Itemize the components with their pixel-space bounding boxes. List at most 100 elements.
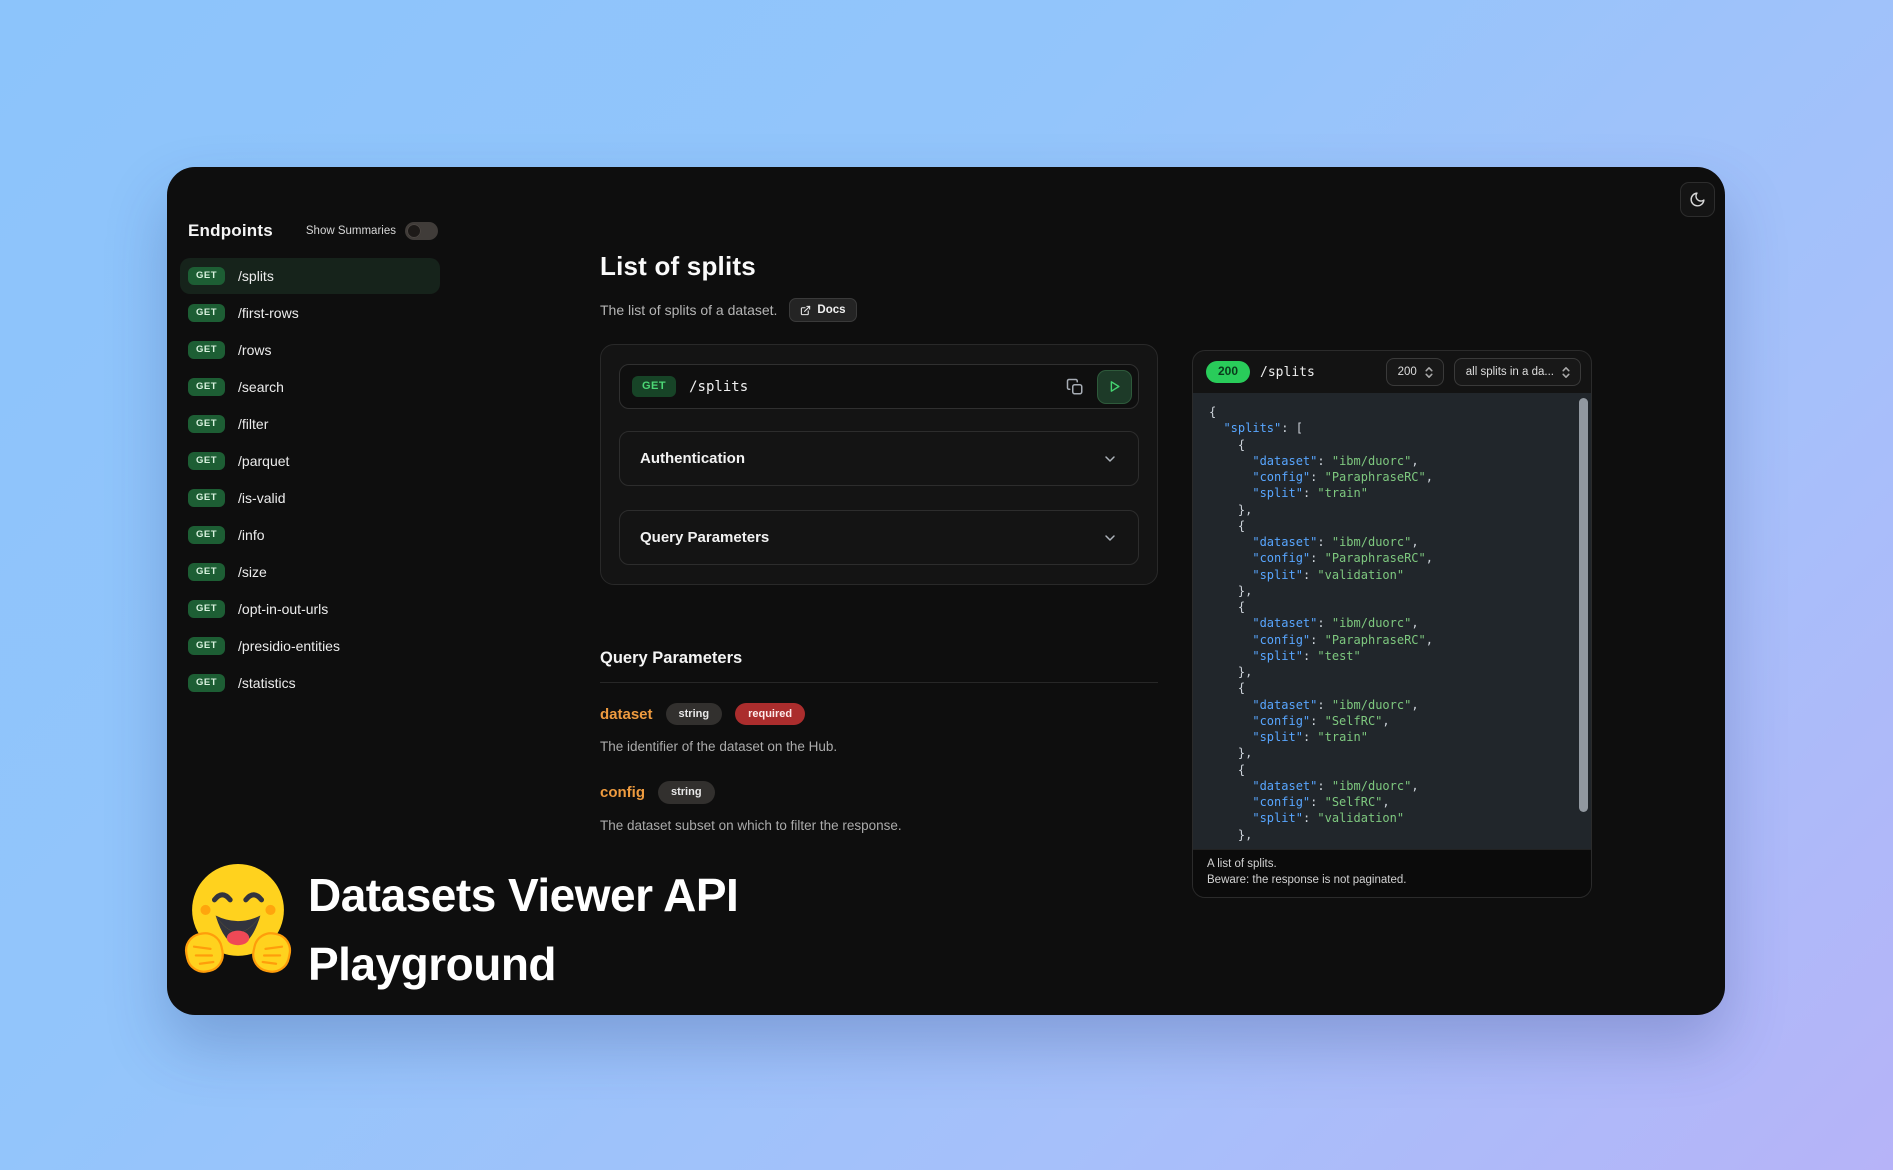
param-description: The dataset subset on which to filter th… bbox=[600, 818, 1158, 833]
response-json-viewer[interactable]: { "splits": [ { "dataset": "ibm/duorc", … bbox=[1193, 393, 1591, 849]
method-badge: GET bbox=[188, 563, 225, 581]
endpoint-list: GET/splitsGET/first-rowsGET/rowsGET/sear… bbox=[180, 258, 440, 702]
sidebar-item-opt-in-out-urls[interactable]: GET/opt-in-out-urls bbox=[180, 591, 440, 627]
code-line: "dataset": "ibm/duorc", bbox=[1209, 778, 1565, 794]
request-card: GET /splits bbox=[600, 344, 1158, 585]
endpoint-path: /presidio-entities bbox=[238, 638, 340, 654]
param-required-badge: required bbox=[735, 703, 805, 725]
method-badge: GET bbox=[188, 526, 225, 544]
show-summaries-label: Show Summaries bbox=[306, 225, 396, 237]
endpoint-path: /filter bbox=[238, 416, 268, 432]
param-name: dataset bbox=[600, 706, 653, 723]
page-subtitle: The list of splits of a dataset. bbox=[600, 302, 777, 318]
code-line: { bbox=[1209, 762, 1565, 778]
external-link-icon bbox=[800, 305, 811, 316]
code-line: { bbox=[1209, 599, 1565, 615]
request-endpoint-bar: GET /splits bbox=[619, 364, 1139, 409]
request-path: /splits bbox=[689, 379, 748, 395]
method-badge: GET bbox=[188, 267, 225, 285]
response-footer: A list of splits. Beware: the response i… bbox=[1193, 849, 1591, 897]
status-code-select-value: 200 bbox=[1398, 366, 1417, 378]
sidebar-item-first-rows[interactable]: GET/first-rows bbox=[180, 295, 440, 331]
code-line: "dataset": "ibm/duorc", bbox=[1209, 534, 1565, 550]
endpoint-path: /size bbox=[238, 564, 267, 580]
endpoint-path: /statistics bbox=[238, 675, 296, 691]
sidebar-item-splits[interactable]: GET/splits bbox=[180, 258, 440, 294]
status-code-select[interactable]: 200 bbox=[1386, 358, 1444, 386]
method-badge: GET bbox=[188, 415, 225, 433]
response-footer-line2: Beware: the response is not paginated. bbox=[1207, 873, 1577, 889]
endpoint-path: /rows bbox=[238, 342, 271, 358]
sidebar-title: Endpoints bbox=[188, 221, 273, 241]
brand-title-line1: Datasets Viewer API bbox=[308, 861, 738, 930]
page-title: List of splits bbox=[600, 251, 1160, 282]
code-line: { bbox=[1209, 680, 1565, 696]
brand-title-line2: Playground bbox=[308, 930, 738, 999]
code-line: }, bbox=[1209, 827, 1565, 843]
endpoint-path: /splits bbox=[238, 268, 274, 284]
response-footer-line1: A list of splits. bbox=[1207, 857, 1577, 873]
method-badge: GET bbox=[188, 637, 225, 655]
code-line: { bbox=[1209, 437, 1565, 453]
sidebar-item-is-valid[interactable]: GET/is-valid bbox=[180, 480, 440, 516]
app-window: Endpoints Show Summaries GET/splitsGET/f… bbox=[167, 167, 1725, 1015]
scrollbar-thumb[interactable] bbox=[1579, 398, 1588, 812]
param-type-badge: string bbox=[666, 703, 723, 725]
param-description: The identifier of the dataset on the Hub… bbox=[600, 739, 1158, 754]
example-select-value: all splits in a da... bbox=[1466, 366, 1554, 378]
sidebar-item-info[interactable]: GET/info bbox=[180, 517, 440, 553]
request-method-badge: GET bbox=[632, 376, 676, 397]
copy-button[interactable] bbox=[1059, 371, 1091, 403]
sidebar-item-filter[interactable]: GET/filter bbox=[180, 406, 440, 442]
sidebar-item-statistics[interactable]: GET/statistics bbox=[180, 665, 440, 701]
code-line: "config": "SelfRC", bbox=[1209, 794, 1565, 810]
response-path: /splits bbox=[1260, 365, 1315, 380]
endpoint-path: /is-valid bbox=[238, 490, 285, 506]
code-line: { bbox=[1209, 404, 1565, 420]
code-line: "split": "train" bbox=[1209, 729, 1565, 745]
sidebar-item-parquet[interactable]: GET/parquet bbox=[180, 443, 440, 479]
code-line: }, bbox=[1209, 664, 1565, 680]
docs-button[interactable]: Docs bbox=[789, 298, 856, 322]
query-parameters-accordion-label: Query Parameters bbox=[640, 529, 769, 546]
endpoint-path: /parquet bbox=[238, 453, 289, 469]
param-row-dataset: dataset string required bbox=[600, 703, 1158, 725]
method-badge: GET bbox=[188, 452, 225, 470]
run-request-button[interactable] bbox=[1097, 370, 1132, 404]
code-line: "split": "validation" bbox=[1209, 810, 1565, 826]
chevron-up-down-icon bbox=[1424, 366, 1434, 379]
sidebar-item-search[interactable]: GET/search bbox=[180, 369, 440, 405]
sidebar-item-size[interactable]: GET/size bbox=[180, 554, 440, 590]
code-line: }, bbox=[1209, 745, 1565, 761]
param-type-badge: string bbox=[658, 781, 715, 803]
endpoint-path: /info bbox=[238, 527, 264, 543]
code-line: "dataset": "ibm/duorc", bbox=[1209, 615, 1565, 631]
method-badge: GET bbox=[188, 674, 225, 692]
code-line: { bbox=[1209, 518, 1565, 534]
endpoint-path: /first-rows bbox=[238, 305, 299, 321]
theme-toggle-button[interactable] bbox=[1680, 182, 1715, 217]
sidebar-item-presidio-entities[interactable]: GET/presidio-entities bbox=[180, 628, 440, 664]
query-parameters-accordion[interactable]: Query Parameters bbox=[619, 510, 1139, 565]
param-name: config bbox=[600, 784, 645, 801]
brand: Datasets Viewer API Playground bbox=[182, 859, 738, 999]
example-select[interactable]: all splits in a da... bbox=[1454, 358, 1581, 386]
scrollbar[interactable] bbox=[1579, 396, 1588, 846]
toggle-knob bbox=[407, 224, 421, 238]
endpoint-path: /search bbox=[238, 379, 284, 395]
response-header: 200 /splits 200 all splits in a da... bbox=[1193, 351, 1591, 393]
authentication-accordion[interactable]: Authentication bbox=[619, 431, 1139, 486]
code-line: "splits": [ bbox=[1209, 420, 1565, 436]
divider bbox=[600, 682, 1158, 683]
brand-title: Datasets Viewer API Playground bbox=[308, 861, 738, 999]
sidebar-item-rows[interactable]: GET/rows bbox=[180, 332, 440, 368]
chevron-down-icon bbox=[1102, 530, 1118, 546]
code-line: "config": "ParaphraseRC", bbox=[1209, 469, 1565, 485]
code-line: }, bbox=[1209, 583, 1565, 599]
code-line: "dataset": "ibm/duorc", bbox=[1209, 697, 1565, 713]
hugging-face-emoji bbox=[182, 859, 294, 999]
show-summaries-toggle[interactable] bbox=[405, 222, 438, 240]
sidebar-header: Endpoints Show Summaries bbox=[188, 221, 438, 241]
code-line: "config": "ParaphraseRC", bbox=[1209, 632, 1565, 648]
main-content: List of splits The list of splits of a d… bbox=[600, 167, 1160, 833]
